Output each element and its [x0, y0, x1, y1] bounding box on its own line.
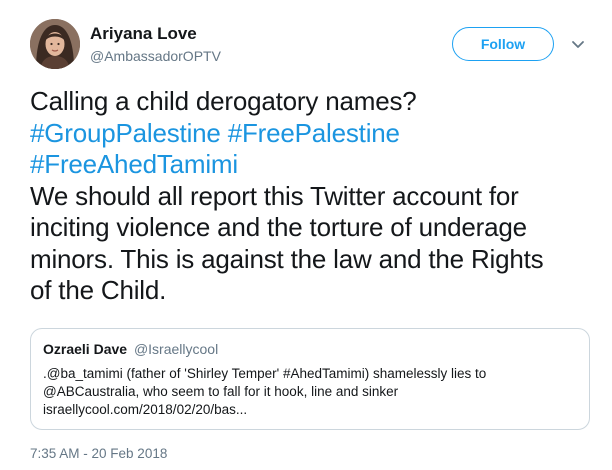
quoted-tweet-line: israellycool.com/2018/02/20/bas...	[43, 402, 248, 417]
quoted-tweet-handle: @Israellycool	[133, 341, 219, 357]
author-display-name[interactable]: Ariyana Love	[90, 24, 197, 44]
quoted-tweet[interactable]: Ozraeli Dave @Israellycool .@ba_tamimi (…	[30, 328, 590, 430]
chevron-down-icon[interactable]	[570, 36, 586, 52]
tweet-timestamp[interactable]: 7:35 AM - 20 Feb 2018	[30, 446, 167, 461]
quoted-tweet-text: .@ba_tamimi (father of 'Shirley Temper' …	[43, 365, 573, 419]
quoted-tweet-author: Ozraeli Dave @Israellycool	[43, 341, 218, 357]
tweet-hashtag-line: #GroupPalestine #FreePalestine	[30, 118, 602, 150]
tweet-text-line: We should all report this Twitter accoun…	[30, 180, 519, 211]
avatar-photo	[30, 19, 80, 69]
quoted-tweet-line: .@ba_tamimi (father of 'Shirley Temper' …	[43, 366, 487, 381]
avatar[interactable]	[30, 19, 80, 69]
hashtag-link[interactable]: #GroupPalestine	[30, 118, 221, 148]
tweet-text-line: of the Child.	[30, 275, 167, 305]
author-handle[interactable]: @AmbassadorOPTV	[90, 48, 221, 64]
quoted-tweet-line: @ABCaustralia, who seem to fall for it h…	[43, 384, 399, 399]
tweet-text-line: minors. This is against the law and the …	[30, 243, 544, 274]
hashtag-link[interactable]: #FreePalestine	[228, 118, 400, 148]
hashtag-link[interactable]: #FreeAhedTamimi	[30, 149, 238, 179]
quoted-tweet-display-name: Ozraeli Dave	[43, 341, 128, 357]
tweet-text: Calling a child derogatory names? #Group…	[30, 86, 602, 307]
tweet-text-line: inciting violence and the torture of und…	[30, 212, 527, 242]
follow-button[interactable]: Follow	[452, 27, 554, 61]
tweet-card: Ariyana Love @AmbassadorOPTV Follow Call…	[0, 0, 612, 470]
tweet-text-line: Calling a child derogatory names?	[30, 86, 417, 116]
tweet-hashtag-line: #FreeAhedTamimi	[30, 149, 602, 181]
